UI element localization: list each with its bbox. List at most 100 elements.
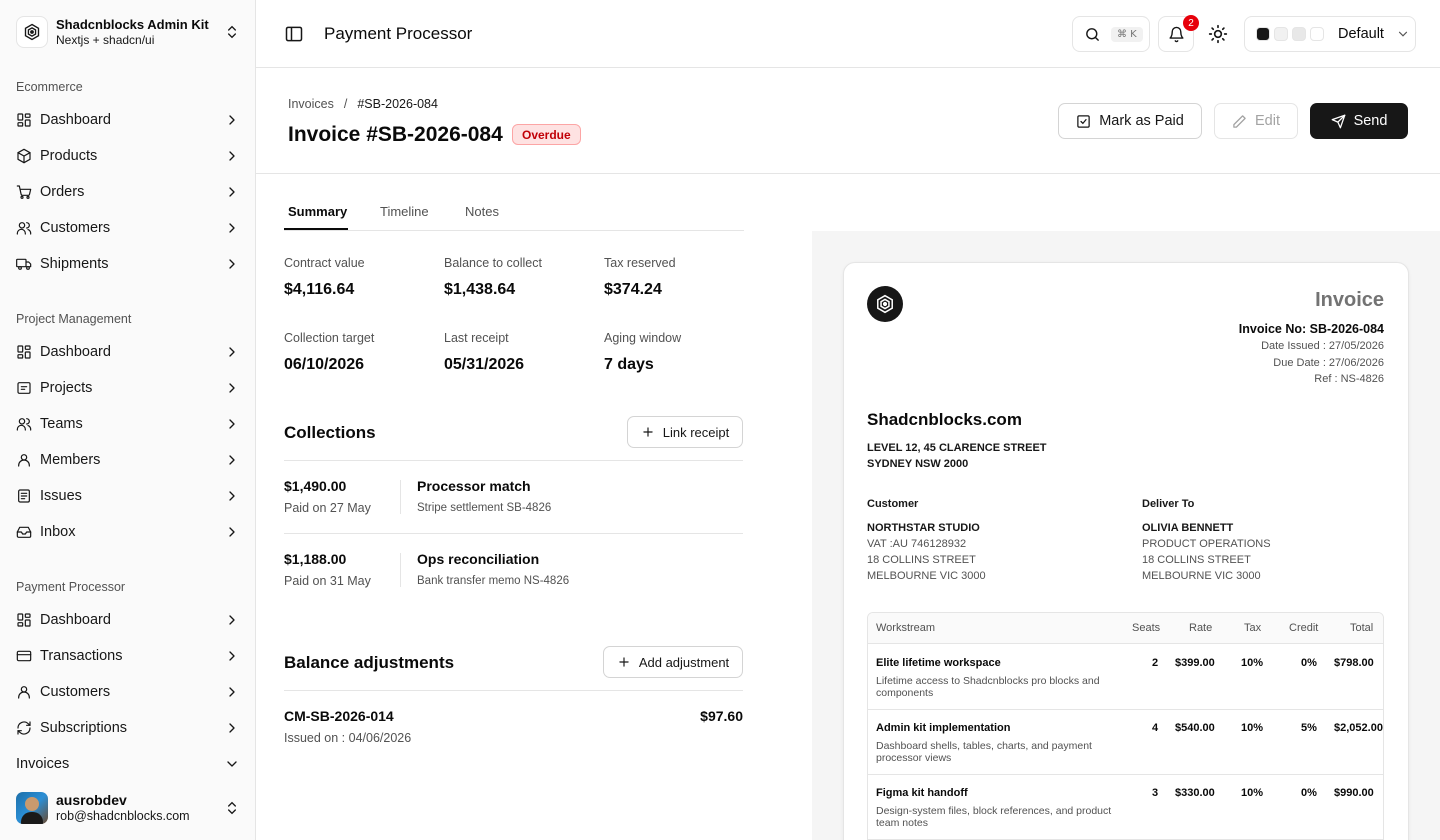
- deliver-to-line: 18 COLLINS STREET: [1142, 554, 1251, 566]
- stat-tax-reserved: Tax reserved $374.24: [604, 255, 754, 299]
- adjustment-amount: $97.60: [700, 708, 743, 724]
- team-switcher[interactable]: Shadcnblocks Admin Kit Nextjs + shadcn/u…: [16, 16, 240, 48]
- breadcrumb-separator: /: [343, 97, 348, 111]
- chevron-right-icon: [224, 612, 240, 628]
- user-name: ausrobdev: [56, 792, 127, 808]
- deliver-to-label: Deliver To: [1142, 498, 1195, 510]
- deliver-to-line: PRODUCT OPERATIONS: [1142, 538, 1271, 550]
- tab-timeline[interactable]: Timeline: [380, 204, 429, 219]
- theme-swatch: [1310, 27, 1324, 41]
- user-menu[interactable]: ausrobdev rob@shadcnblocks.com: [16, 792, 240, 824]
- sidebar-item-invoices[interactable]: Invoices: [8, 748, 248, 780]
- item-name: Admin kit implementation: [876, 722, 1011, 734]
- sidebar-item-inbox[interactable]: Inbox: [8, 516, 248, 548]
- stat-label: Collection target: [284, 331, 375, 345]
- add-adjustment-button[interactable]: Add adjustment: [603, 646, 743, 678]
- breadcrumb: Invoices / #SB-2026-084: [288, 97, 438, 111]
- sidebar-item-dashboard[interactable]: Dashboard: [8, 104, 248, 136]
- chevrons-up-down-icon: [224, 800, 240, 816]
- sidebar-item-dashboard[interactable]: Dashboard: [8, 336, 248, 368]
- card-icon: [16, 648, 32, 664]
- search-button[interactable]: ⌘ K: [1072, 16, 1150, 52]
- item-name: Elite lifetime workspace: [876, 657, 1001, 669]
- adjustment-id: CM-SB-2026-014: [284, 708, 394, 724]
- sidebar-item-issues[interactable]: Issues: [8, 480, 248, 512]
- adjustments-title: Balance adjustments: [284, 653, 455, 672]
- sidebar-item-label: Orders: [40, 184, 85, 200]
- sidebar-item-label: Products: [40, 148, 98, 164]
- send-icon: [1331, 114, 1346, 129]
- stat-value: $4,116.64: [284, 281, 355, 298]
- sidebar-item-subscriptions[interactable]: Subscriptions: [8, 712, 248, 744]
- sidebar-toggle-icon[interactable]: [284, 24, 304, 44]
- user-icon: [16, 452, 32, 468]
- item-tax: 10%: [1241, 722, 1264, 734]
- breadcrumb-link-invoices[interactable]: Invoices: [288, 97, 334, 111]
- edit-button[interactable]: Edit: [1214, 103, 1298, 139]
- sidebar-item-customers[interactable]: Customers: [8, 676, 248, 708]
- sidebar-item-label: Shipments: [40, 256, 109, 272]
- sidebar-item-label: Dashboard: [40, 612, 111, 628]
- chevron-right-icon: [224, 220, 240, 236]
- check-square-icon: [1076, 114, 1091, 129]
- status-badge: Overdue: [512, 124, 581, 145]
- item-rate: $399.00: [1175, 657, 1215, 669]
- chevron-right-icon: [224, 256, 240, 272]
- truck-icon: [16, 256, 32, 272]
- theme-select[interactable]: Default: [1244, 16, 1416, 52]
- cart-icon: [16, 184, 32, 200]
- sidebar-item-transactions[interactable]: Transactions: [8, 640, 248, 672]
- chevrons-up-down-icon: [224, 24, 240, 40]
- table-row: Elite lifetime workspace Lifetime access…: [868, 645, 1383, 710]
- item-tax: 10%: [1241, 657, 1264, 669]
- sidebar-item-orders[interactable]: Orders: [8, 176, 248, 208]
- brand-subtitle: Nextjs + shadcn/ui: [56, 32, 155, 47]
- stat-label: Balance to collect: [444, 256, 542, 270]
- sidebar-item-shipments[interactable]: Shipments: [8, 248, 248, 280]
- sidebar-item-customers[interactable]: Customers: [8, 212, 248, 244]
- send-button[interactable]: Send: [1310, 103, 1408, 139]
- item-rate: $330.00: [1175, 787, 1215, 799]
- sun-icon[interactable]: [1208, 24, 1228, 44]
- active-tab-indicator: [284, 228, 348, 230]
- sidebar-item-label: Dashboard: [40, 112, 111, 128]
- customer-name: NORTHSTAR STUDIO: [867, 522, 980, 534]
- tab-summary[interactable]: Summary: [288, 204, 347, 219]
- deliver-to-name: OLIVIA BENNETT: [1142, 522, 1234, 534]
- mark-as-paid-label: Mark as Paid: [1099, 113, 1184, 129]
- sidebar-item-dashboard[interactable]: Dashboard: [8, 604, 248, 636]
- sidebar-item-label: Projects: [40, 380, 93, 396]
- customer-label: Customer: [867, 498, 919, 510]
- adjustment-date: Issued on : 04/06/2026: [284, 731, 412, 745]
- sidebar-item-members[interactable]: Members: [8, 444, 248, 476]
- item-description: Design-system files, block references, a…: [876, 805, 1112, 829]
- collection-amount: $1,490.00: [284, 478, 347, 494]
- users-icon: [16, 220, 32, 236]
- link-receipt-button[interactable]: Link receipt: [627, 416, 743, 448]
- sidebar-group-label: Ecommerce: [16, 80, 83, 94]
- sidebar-item-label: Transactions: [40, 648, 123, 664]
- notifications-button[interactable]: 2: [1158, 15, 1199, 52]
- sidebar-item-teams[interactable]: Teams: [8, 408, 248, 440]
- chevron-right-icon: [224, 380, 240, 396]
- column-header: Seats: [1132, 622, 1161, 634]
- stat-collection-target: Collection target 06/10/2026: [284, 330, 434, 374]
- invoice-due-date: Due Date : 27/06/2026: [1273, 357, 1384, 369]
- sidebar-item-projects[interactable]: Projects: [8, 372, 248, 404]
- sidebar-item-label: Members: [40, 452, 101, 468]
- chevron-right-icon: [224, 416, 240, 432]
- mark-as-paid-button[interactable]: Mark as Paid: [1058, 103, 1202, 139]
- collection-title: Ops reconciliation: [417, 551, 540, 567]
- item-credit: 0%: [1301, 787, 1317, 799]
- divider: [400, 480, 401, 514]
- chevron-right-icon: [224, 648, 240, 664]
- sidebar-item-products[interactable]: Products: [8, 140, 248, 172]
- package-icon: [16, 148, 32, 164]
- issues-icon: [16, 488, 32, 504]
- column-header: Credit: [1289, 622, 1319, 634]
- dashboard-icon: [16, 112, 32, 128]
- send-label: Send: [1353, 113, 1388, 129]
- sidebar-item-label: Subscriptions: [40, 720, 128, 736]
- inbox-icon: [16, 524, 32, 540]
- tab-notes[interactable]: Notes: [465, 204, 499, 219]
